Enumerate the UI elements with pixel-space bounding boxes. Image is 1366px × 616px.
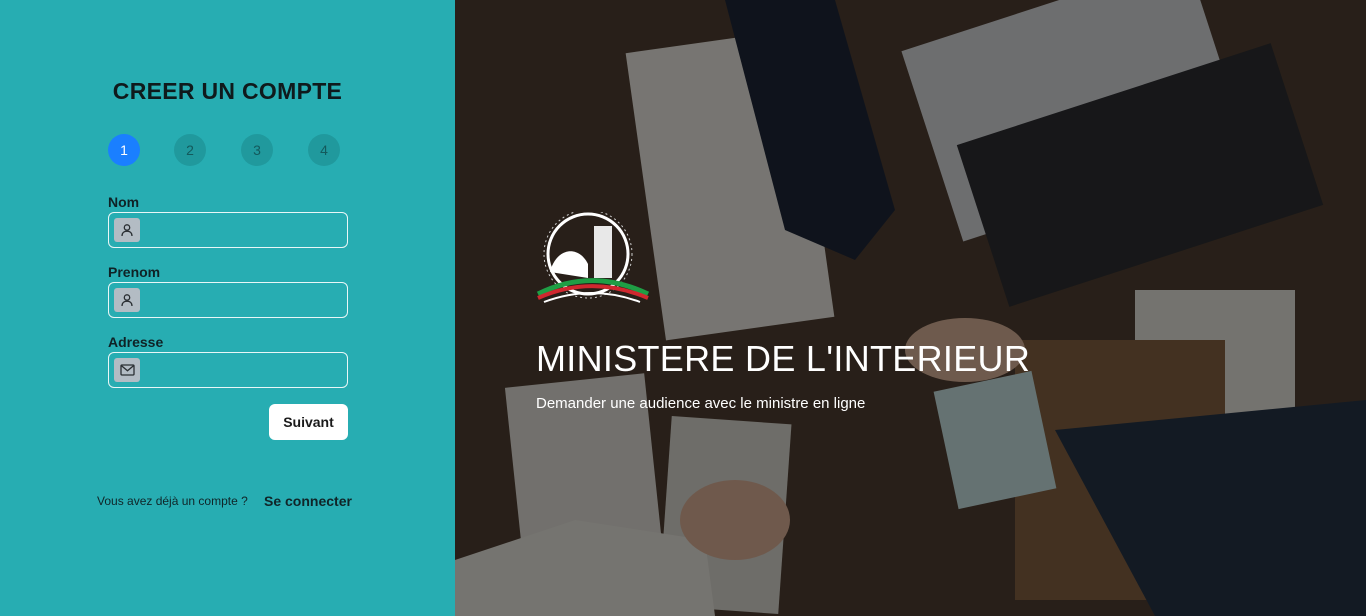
mail-icon xyxy=(114,358,140,382)
prenom-label: Prenom xyxy=(108,264,161,280)
nom-field-wrapper xyxy=(108,212,348,248)
form-title: CREER UN COMPTE xyxy=(112,78,343,104)
nom-label: Nom xyxy=(108,194,140,210)
prenom-field-wrapper xyxy=(108,282,348,318)
adresse-field-wrapper xyxy=(108,352,348,388)
step-4[interactable]: 4 xyxy=(308,134,340,166)
hero-panel: MINISTERE DE L'INTERIEUR Demander une au… xyxy=(455,0,1366,616)
user-icon xyxy=(114,288,140,312)
nom-input[interactable] xyxy=(145,213,345,247)
step-indicator: 1 2 3 4 xyxy=(108,134,340,166)
hero-subtitle: Demander une audience avec le ministre e… xyxy=(536,395,866,412)
step-3[interactable]: 3 xyxy=(241,134,273,166)
next-button[interactable]: Suivant xyxy=(269,404,348,440)
prenom-input[interactable] xyxy=(145,283,345,317)
adresse-input[interactable] xyxy=(145,353,345,387)
login-link[interactable]: Se connecter xyxy=(264,493,352,509)
hero-title: MINISTERE DE L'INTERIEUR xyxy=(536,338,1031,379)
ministry-logo xyxy=(536,212,650,303)
adresse-label: Adresse xyxy=(108,334,164,350)
user-icon xyxy=(114,218,140,242)
signup-panel: CREER UN COMPTE 1 2 3 4 Nom Prenom Adres… xyxy=(0,0,455,616)
login-question: Vous avez déjà un compte ? xyxy=(97,494,248,508)
step-1[interactable]: 1 xyxy=(108,134,140,166)
step-2[interactable]: 2 xyxy=(174,134,206,166)
